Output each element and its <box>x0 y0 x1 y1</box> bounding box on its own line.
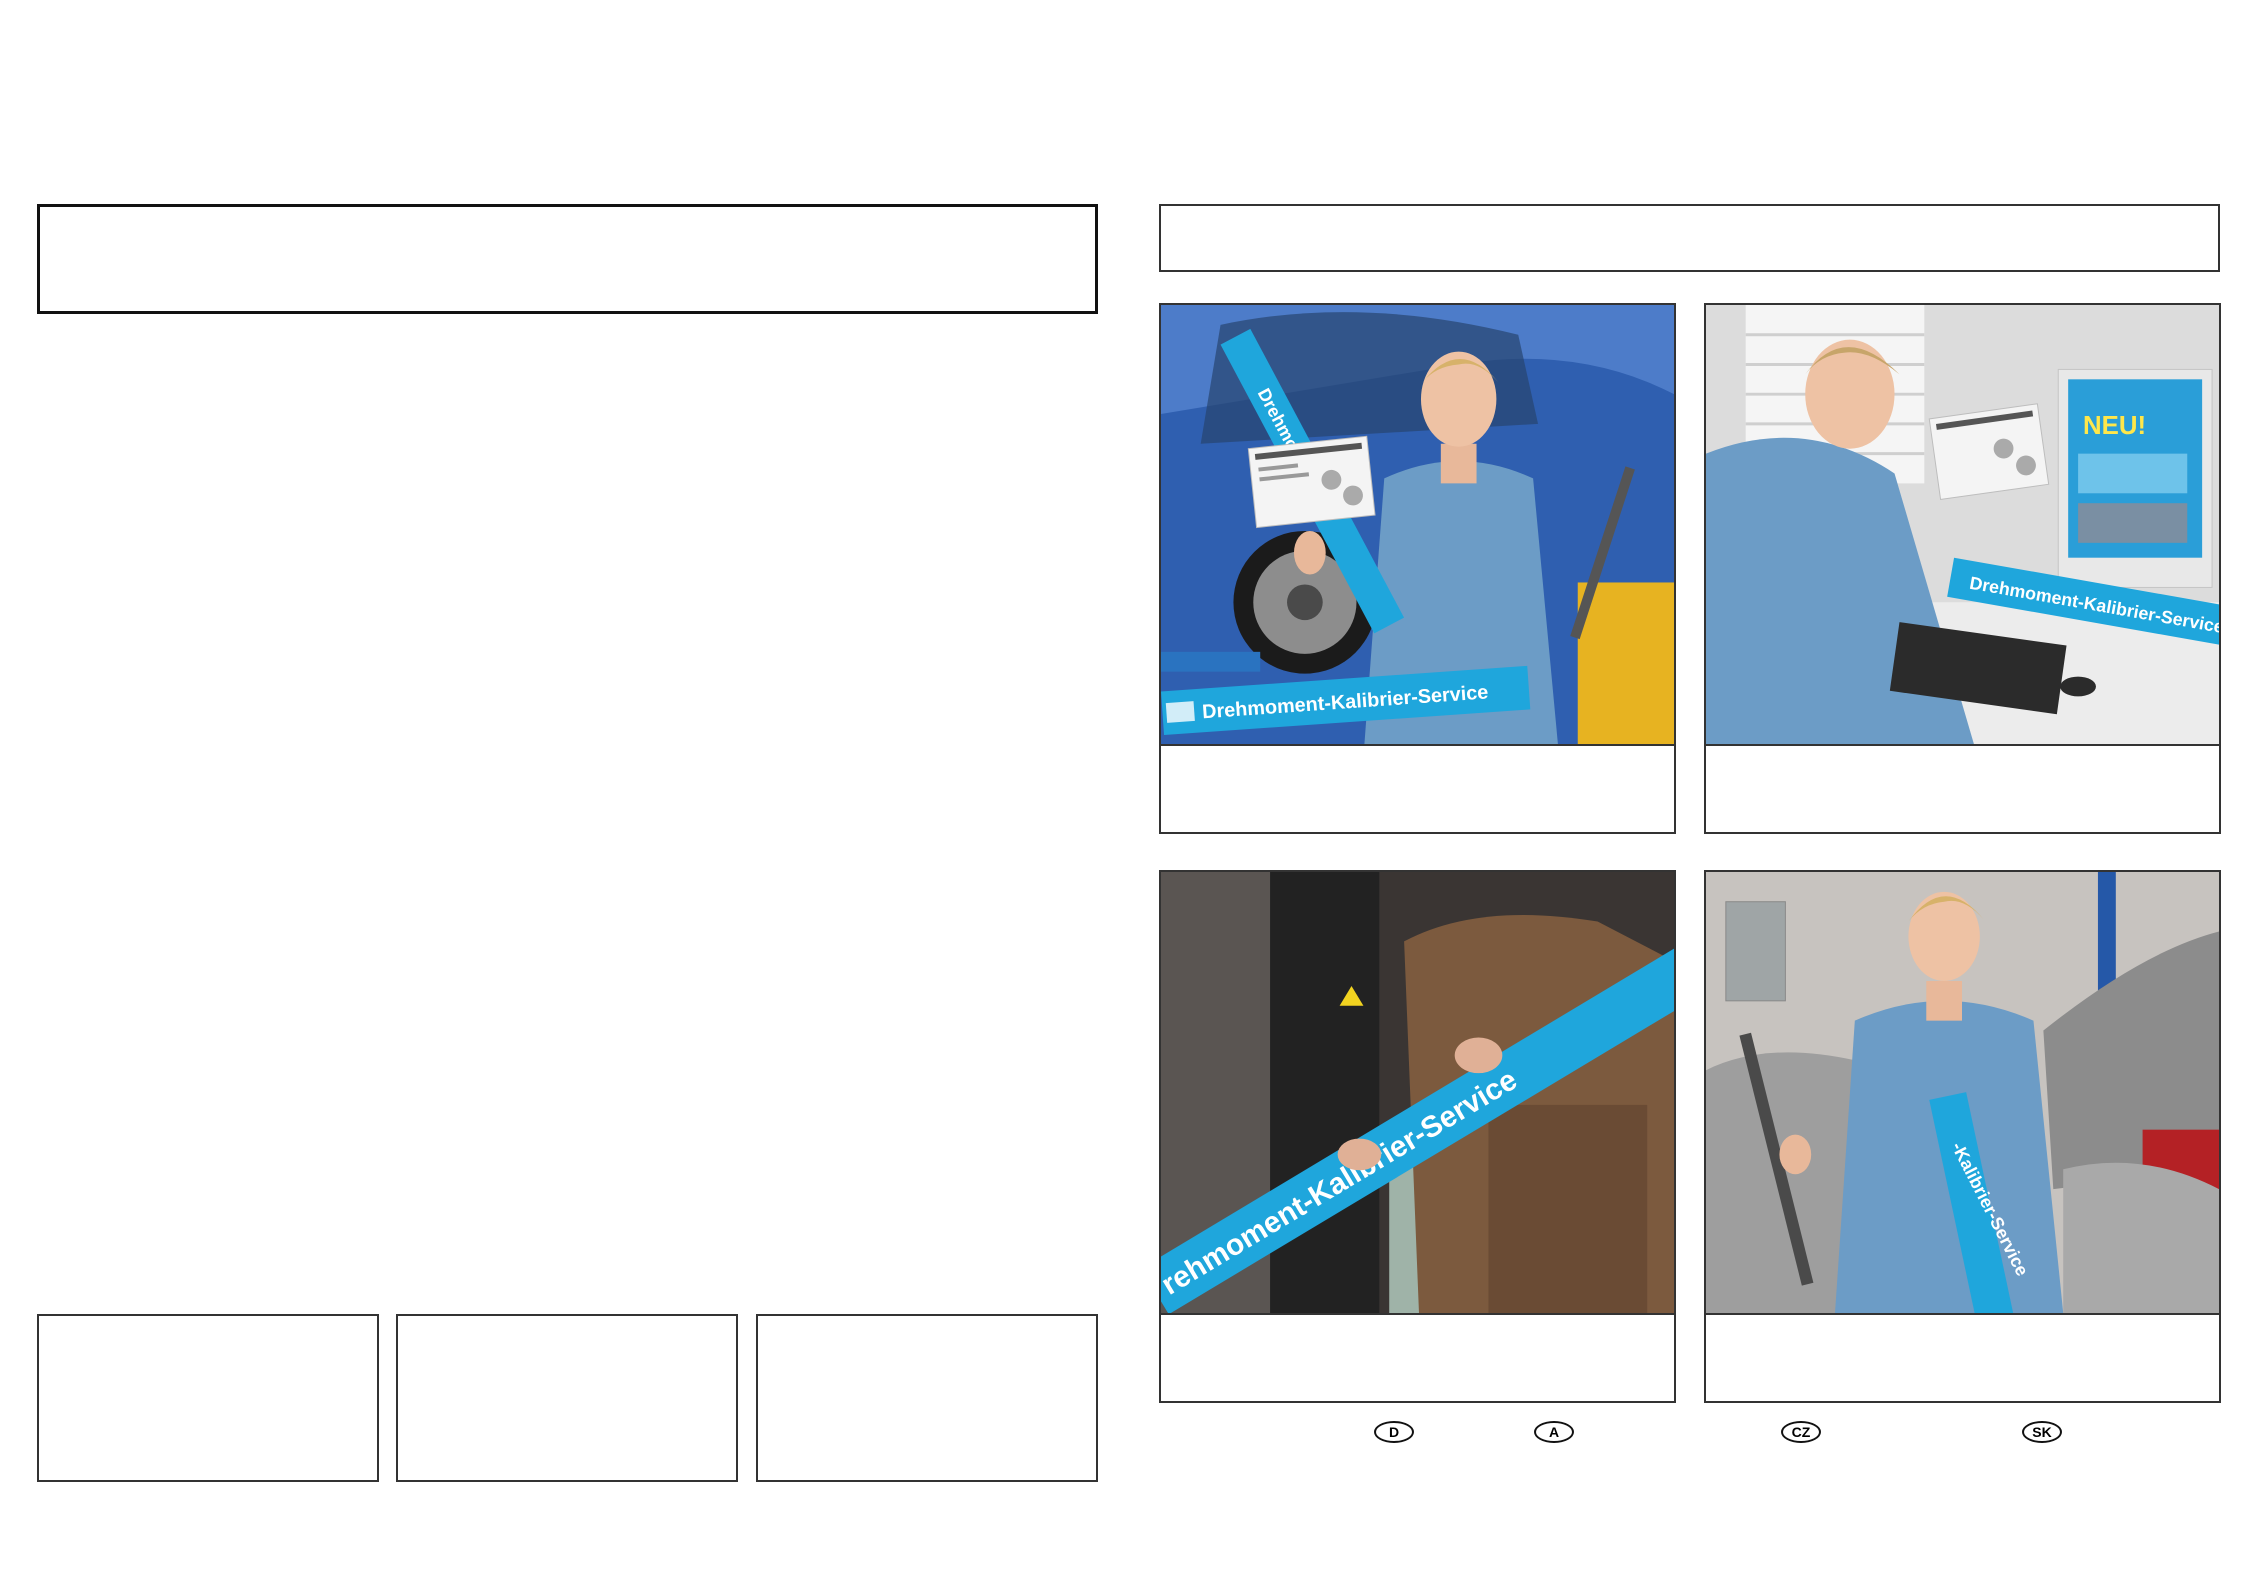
caption-box-photo-1 <box>1159 744 1676 834</box>
country-badge-sk: SK <box>2022 1421 2062 1443</box>
caption-box-photo-4 <box>1704 1313 2221 1403</box>
country-badge-d: D <box>1374 1421 1414 1443</box>
right-title-frame <box>1159 204 2220 272</box>
photo-office-computer: NEU! Drehmoment-Kalibrier-Service <box>1704 303 2221 746</box>
monitor-badge-text: NEU! <box>2083 412 2146 440</box>
caption-box-photo-3 <box>1159 1313 1676 1403</box>
left-title-frame <box>37 204 1098 314</box>
country-badge-a: A <box>1534 1421 1574 1443</box>
left-info-box-3 <box>756 1314 1098 1482</box>
photo-delivery-handover: rehmoment-Kalibrier-Service <box>1159 870 1676 1315</box>
left-info-box-2 <box>396 1314 738 1482</box>
photo-garage-standing: -Kalibrier-Service <box>1704 870 2221 1315</box>
country-badge-cz: CZ <box>1781 1421 1821 1443</box>
caption-box-photo-2 <box>1704 744 2221 834</box>
photo-workshop-blue-car: Drehmoment Drehmoment-Kalibrier-Service <box>1159 303 1676 746</box>
left-info-box-1 <box>37 1314 379 1482</box>
